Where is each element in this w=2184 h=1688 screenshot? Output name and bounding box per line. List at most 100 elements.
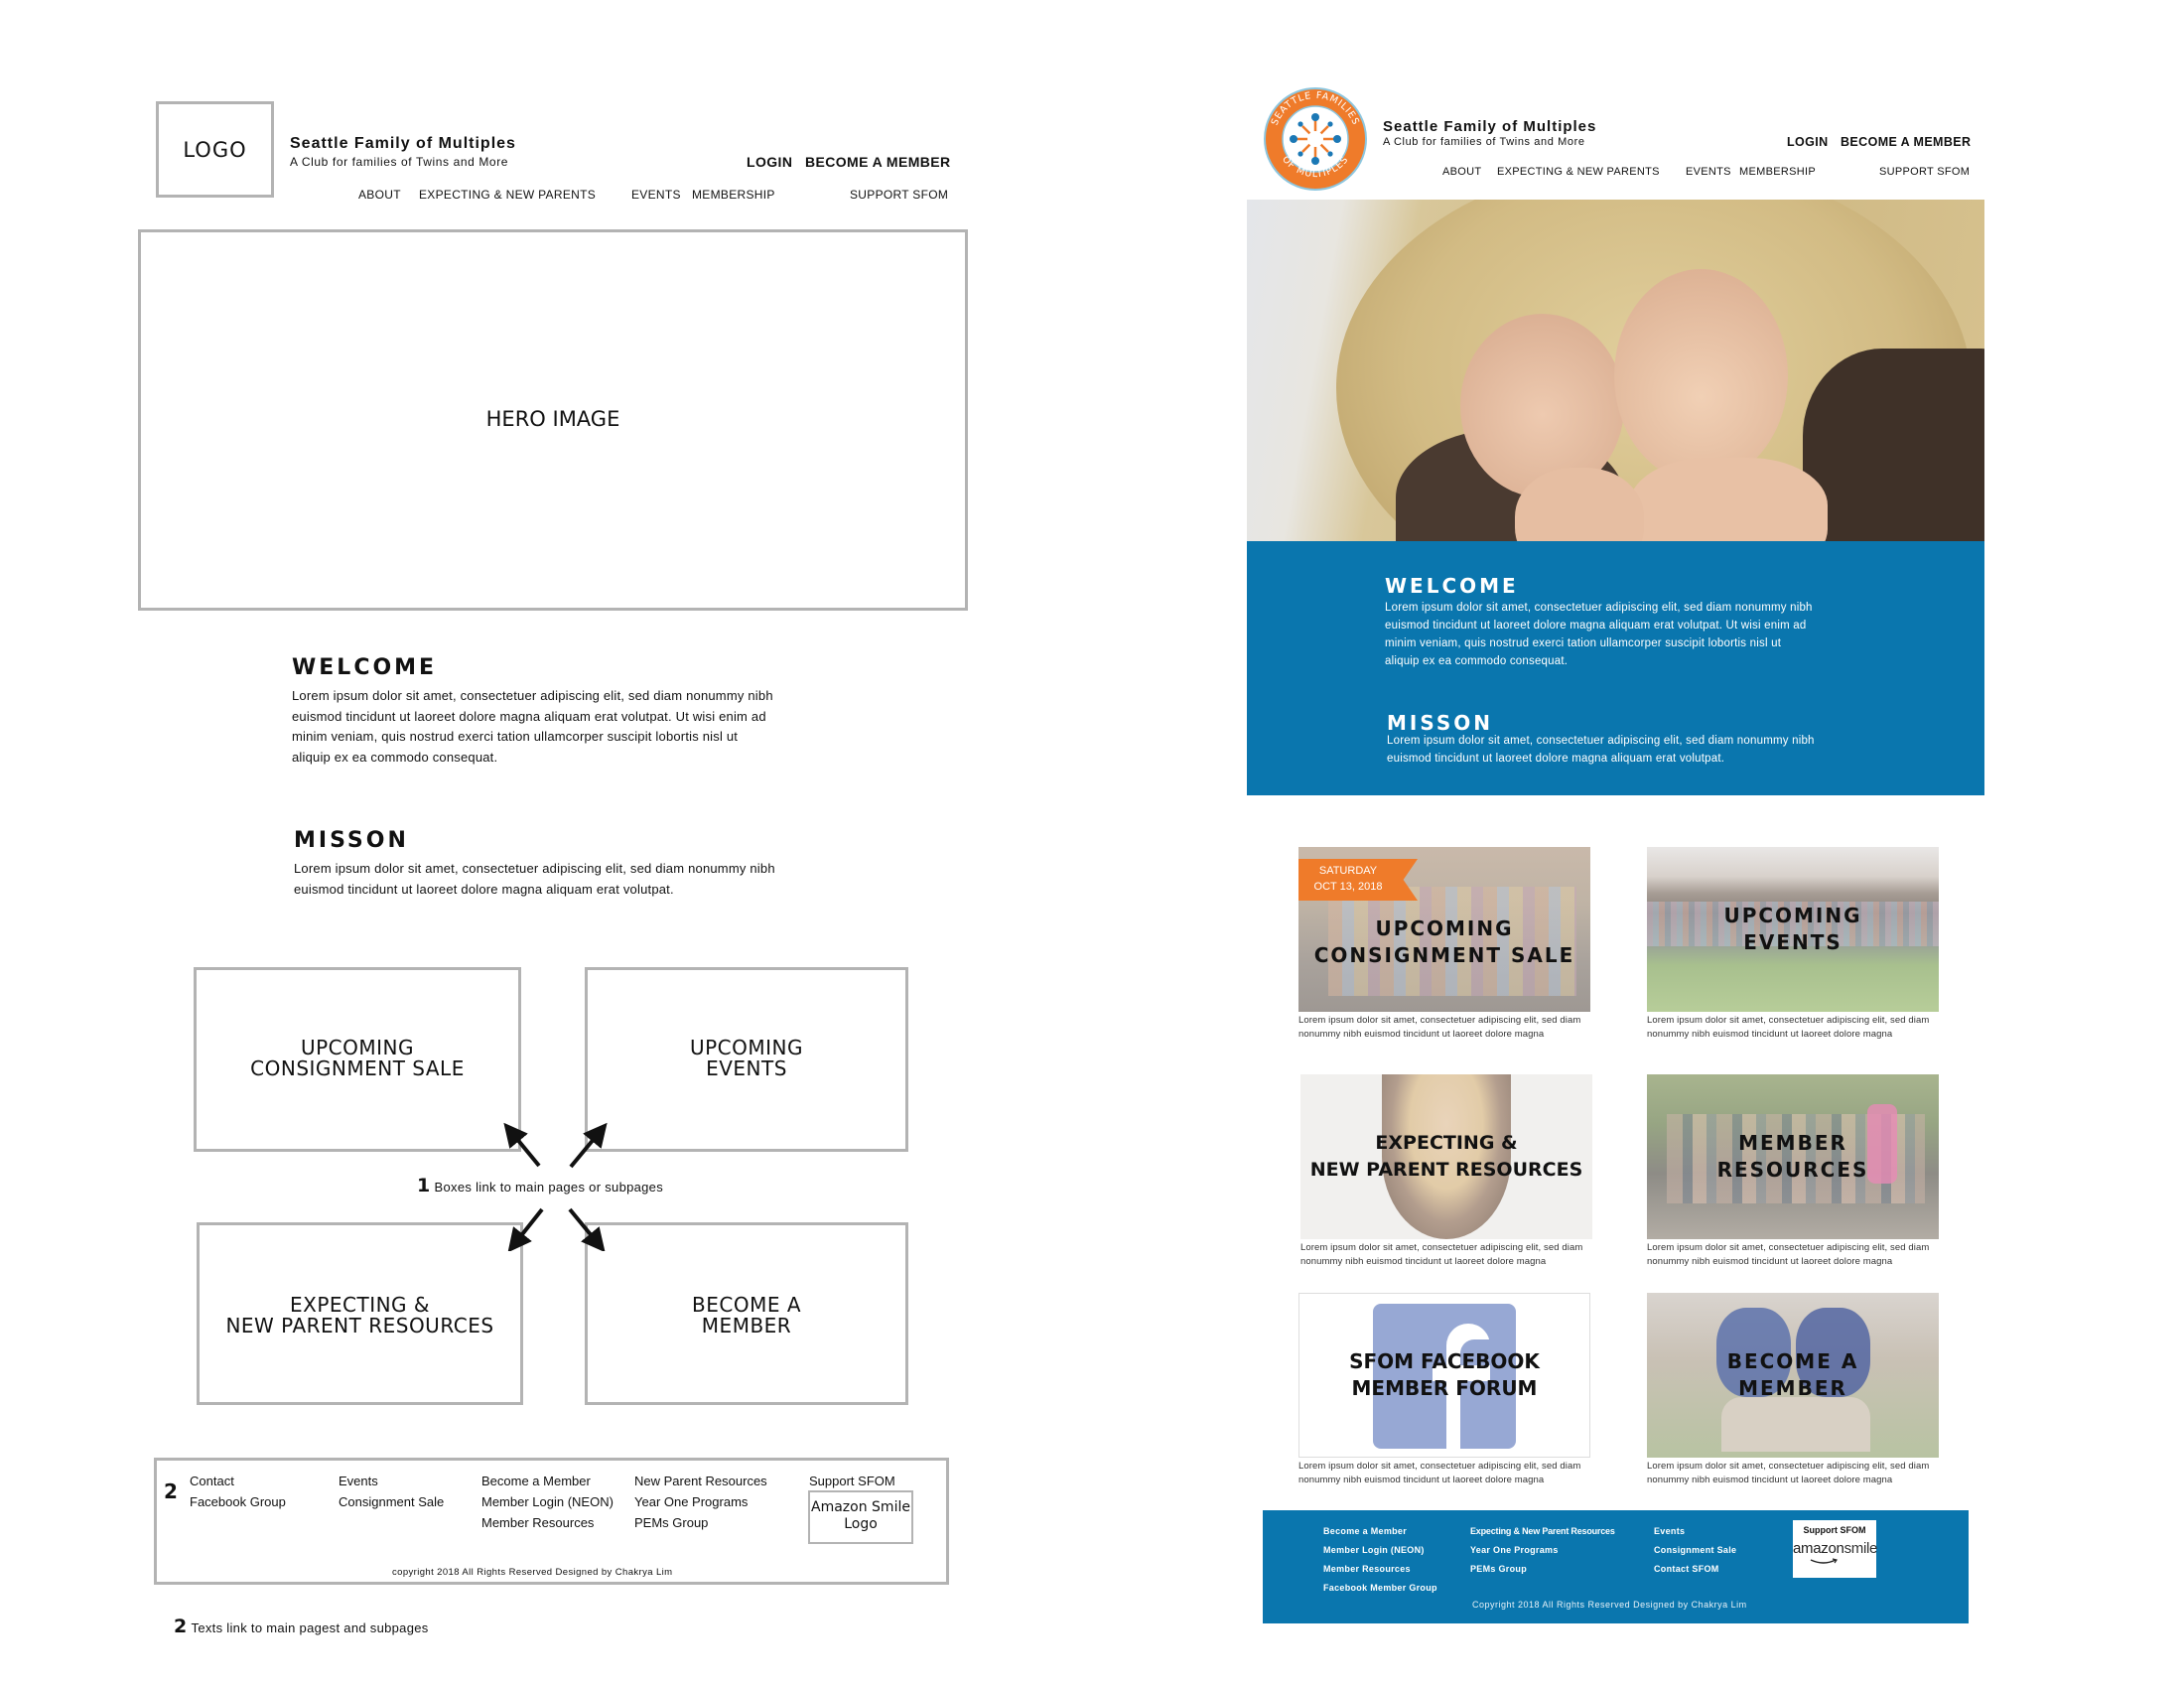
sfom-logo[interactable]: SEATTLE FAMILIES OF MULTIPLES [1263,86,1368,192]
wf-footer-link[interactable]: New Parent Resources [634,1474,767,1488]
wf-nav-events[interactable]: EVENTS [631,188,681,202]
wf-footer-link[interactable]: PEMs Group [634,1515,708,1530]
wf-mission-text: Lorem ipsum dolor sit amet, consectetuer… [294,859,775,900]
date-banner-text: SATURDAY OCT 13, 2018 [1298,863,1398,895]
caption-line: Lorem ipsum dolor sit amet, consectetuer… [1647,1242,1930,1253]
wf-box-become-member[interactable]: BECOME A MEMBER [585,1222,908,1405]
footer-link[interactable]: Member Login (NEON) [1323,1545,1425,1555]
wf-box-events[interactable]: UPCOMING EVENTS [585,967,908,1152]
nav-support[interactable]: SUPPORT SFOM [1879,166,1970,178]
login-link[interactable]: LOGIN [1787,135,1829,149]
wf-footer-link[interactable]: Consignment Sale [339,1494,444,1509]
wf-brand-title: Seattle Family of Multiples [290,135,516,152]
amazon-wordmark: amazon [1793,1540,1844,1557]
card-member-resources[interactable]: MEMBER RESOURCES Lorem ipsum dolor sit a… [1647,1074,1939,1269]
footer-link[interactable]: PEMs Group [1470,1564,1527,1574]
wf-box-expecting[interactable]: EXPECTING & NEW PARENT RESOURCES [197,1222,523,1405]
card-expecting-resources[interactable]: EXPECTING & NEW PARENT RESOURCES Lorem i… [1300,1074,1592,1269]
wf-footer-link[interactable]: Member Login (NEON) [481,1494,614,1509]
caption-line: nonummy nibh euismod tincidunt ut laoree… [1647,1029,1893,1040]
wf-note-1: 1 Boxes link to main pages or subpages [417,1175,663,1196]
text-line: euismod tincidunt ut laoreet dolore magn… [1385,620,1807,632]
wf-welcome-text: Lorem ipsum dolor sit amet, consectetuer… [292,686,773,768]
text-line: euismod tincidunt ut laoreet dolore magn… [294,881,674,897]
footer-copyright: Copyright 2018 All Rights Reserved Desig… [1472,1600,1747,1610]
card-caption: Lorem ipsum dolor sit amet, consectetuer… [1647,1014,1939,1042]
nav-membership[interactable]: MEMBERSHIP [1739,166,1816,178]
wf-box-label: UPCOMING EVENTS [689,1036,804,1080]
wf-footer-link[interactable]: Year One Programs [634,1494,748,1509]
wf-footer-support[interactable]: Support SFOM [809,1474,895,1488]
footer-link[interactable]: Year One Programs [1470,1545,1559,1555]
wf-footer-link[interactable]: Facebook Group [190,1494,286,1509]
card-title: SFOM FACEBOOK MEMBER FORUM [1349,1349,1540,1400]
wf-footer-link[interactable]: Contact [190,1474,234,1488]
wf-welcome-heading: WELCOME [292,655,438,680]
footer-link[interactable]: Become a Member [1323,1526,1407,1536]
wf-hero-label: HERO IMAGE [485,407,620,431]
card-caption: Lorem ipsum dolor sit amet, consectetuer… [1647,1241,1939,1269]
wf-nav-support[interactable]: SUPPORT SFOM [850,188,948,202]
wf-box-label: EXPECTING & NEW PARENT RESOURCES [225,1293,494,1337]
footer-link[interactable]: Expecting & New Parent Resources [1470,1526,1615,1536]
text-line: aliquip ex ea commodo consequat. [1385,655,1569,667]
wf-become-member-link[interactable]: BECOME A MEMBER [805,154,951,170]
wf-footer-number: 2 [164,1479,178,1503]
baby-face-2 [1614,269,1788,483]
arrow-down-left-icon [507,1207,544,1251]
text-line: euismod tincidunt ut laoreet dolore magn… [1387,753,1725,765]
amazon-smile-logo: amazonsmile [1793,1540,1878,1557]
card-title: MEMBER RESOURCES [1716,1131,1869,1182]
brand-title: Seattle Family of Multiples [1383,118,1597,135]
footer-link[interactable]: Contact SFOM [1654,1564,1719,1574]
footer-link[interactable]: Events [1654,1526,1685,1536]
mission-text: Lorem ipsum dolor sit amet, consectetuer… [1387,732,1815,768]
wf-footer-link[interactable]: Events [339,1474,378,1488]
hero-image [1247,200,1984,541]
footer-link[interactable]: Member Resources [1323,1564,1411,1574]
card-upcoming-events[interactable]: UPCOMING EVENTS Lorem ipsum dolor sit am… [1647,847,1939,1042]
caption-line: Lorem ipsum dolor sit amet, consectetuer… [1298,1015,1581,1026]
note-text: Texts link to main pagest and subpages [191,1620,429,1635]
amazon-smile-badge[interactable]: Support SFOM amazonsmile [1793,1520,1878,1578]
caption-line: nonummy nibh euismod tincidunt ut laoree… [1298,1475,1545,1485]
text-line: minim veniam, quis nostrud exerci tation… [292,729,739,744]
note-number: 2 [174,1616,188,1637]
wf-nav-about[interactable]: ABOUT [358,188,401,202]
date-banner: SATURDAY OCT 13, 2018 [1298,859,1418,901]
wf-nav-expecting[interactable]: EXPECTING & NEW PARENTS [419,188,596,202]
wf-amazon-placeholder[interactable]: Amazon Smile Logo [808,1490,913,1544]
caption-line: Lorem ipsum dolor sit amet, consectetuer… [1300,1242,1583,1253]
text-line: Lorem ipsum dolor sit amet, consectetuer… [1385,602,1813,614]
card-facebook-forum[interactable]: SFOM FACEBOOK MEMBER FORUM Lorem ipsum d… [1298,1293,1590,1487]
text-line: Lorem ipsum dolor sit amet, consectetuer… [292,688,773,703]
footer-link[interactable]: Consignment Sale [1654,1545,1736,1555]
wf-login-link[interactable]: LOGIN [747,154,792,170]
card-become-member[interactable]: BECOME A MEMBER Lorem ipsum dolor sit am… [1647,1293,1939,1487]
wf-amazon-label: Amazon Smile Logo [811,1499,910,1532]
card-title: EXPECTING & NEW PARENT RESOURCES [1309,1132,1583,1181]
wf-box-label: BECOME A MEMBER [692,1293,801,1337]
wf-box-label: UPCOMING CONSIGNMENT SALE [250,1036,465,1080]
nav-about[interactable]: ABOUT [1442,166,1481,178]
note-number: 1 [417,1175,431,1196]
support-title: Support SFOM [1803,1525,1866,1535]
text-line: Lorem ipsum dolor sit amet, consectetuer… [1387,735,1815,747]
welcome-text: Lorem ipsum dolor sit amet, consectetuer… [1385,599,1813,670]
card-caption: Lorem ipsum dolor sit amet, consectetuer… [1298,1014,1590,1042]
nav-expecting[interactable]: EXPECTING & NEW PARENTS [1497,166,1660,178]
brand-subtitle: A Club for families of Twins and More [1383,136,1585,148]
card-caption: Lorem ipsum dolor sit amet, consectetuer… [1298,1460,1590,1487]
nav-events[interactable]: EVENTS [1686,166,1731,178]
footer-link[interactable]: Facebook Member Group [1323,1583,1437,1593]
wf-box-consignment[interactable]: UPCOMING CONSIGNMENT SALE [194,967,521,1152]
caption-line: nonummy nibh euismod tincidunt ut laoree… [1647,1475,1893,1485]
smile-wordmark: smile [1843,1540,1878,1557]
amazon-arrow-icon [1810,1558,1838,1564]
card-consignment-sale[interactable]: SATURDAY OCT 13, 2018 UPCOMING CONSIGNME… [1298,847,1590,1042]
wf-footer-link[interactable]: Member Resources [481,1515,594,1530]
become-member-link[interactable]: BECOME A MEMBER [1841,135,1971,149]
welcome-heading: WELCOME [1385,574,1519,598]
wf-nav-membership[interactable]: MEMBERSHIP [692,188,775,202]
wf-footer-link[interactable]: Become a Member [481,1474,591,1488]
